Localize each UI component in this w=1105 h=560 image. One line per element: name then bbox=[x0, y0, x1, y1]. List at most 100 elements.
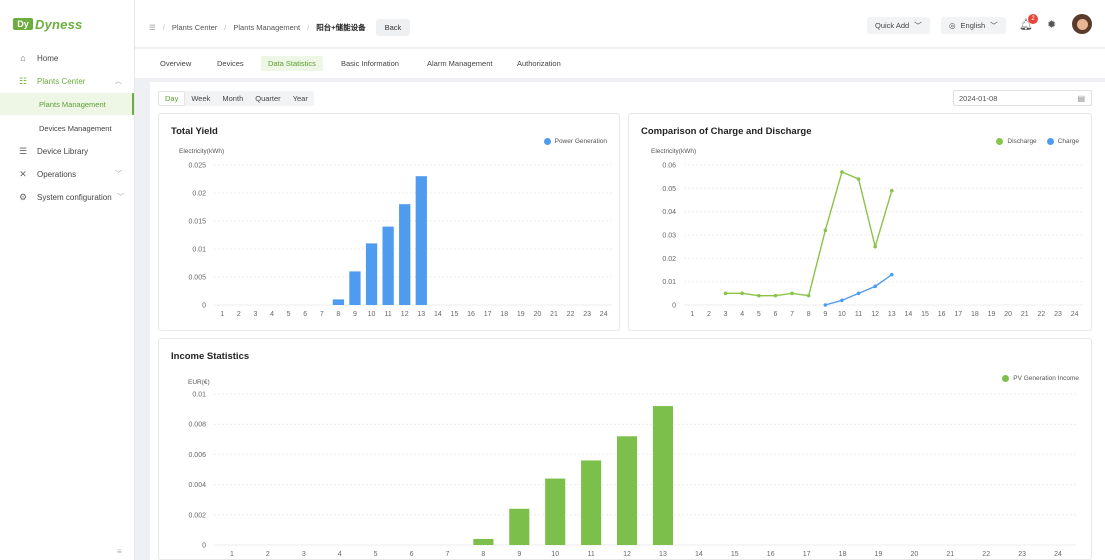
y-tick-label: 0.06 bbox=[662, 163, 676, 170]
series-line bbox=[725, 171, 893, 297]
x-tick-label: 24 bbox=[600, 311, 608, 318]
tab-overview[interactable]: Overview bbox=[153, 56, 198, 71]
x-tick-label: 15 bbox=[451, 311, 459, 318]
x-tick-label: 11 bbox=[855, 311, 862, 318]
x-tick-label: 12 bbox=[401, 311, 409, 318]
tab-data-statistics[interactable]: Data Statistics bbox=[261, 56, 323, 71]
x-tick-label: 6 bbox=[773, 311, 777, 318]
x-tick-label: 13 bbox=[659, 551, 667, 558]
database-icon: ☰ bbox=[18, 145, 28, 156]
x-tick-label: 16 bbox=[767, 551, 775, 558]
y-tick-label: 0.008 bbox=[188, 422, 206, 429]
back-button[interactable]: Back bbox=[375, 19, 411, 36]
data-point bbox=[890, 272, 894, 277]
sidebar-item-plants-center[interactable]: ☷ Plants Center ︿ bbox=[0, 70, 134, 92]
x-tick-label: 7 bbox=[320, 311, 324, 318]
income-statistics-chart: 00.0020.0040.0060.0080.011 2 3 4 5 6 7 8 9 10 11 12… bbox=[188, 392, 1076, 558]
y-tick-label: 0 bbox=[202, 543, 206, 550]
x-tick-label: 10 bbox=[368, 311, 376, 318]
income-statistics-card: Income Statistics PV Generation Income E… bbox=[158, 338, 1092, 560]
x-tick-label: 7 bbox=[790, 311, 794, 318]
collapse-sidebar-icon[interactable]: ≡ bbox=[117, 547, 122, 556]
quick-add-dropdown[interactable]: Quick Add ﹀ bbox=[867, 17, 930, 34]
x-tick-label: 3 bbox=[302, 551, 306, 558]
x-tick-label: 23 bbox=[1018, 551, 1026, 558]
period-year[interactable]: Year bbox=[287, 91, 314, 106]
tab-devices[interactable]: Devices bbox=[210, 56, 251, 71]
x-tick-label: 9 bbox=[517, 551, 521, 558]
tab-authorization[interactable]: Authorization bbox=[510, 56, 568, 71]
x-tick-label: 24 bbox=[1054, 551, 1062, 558]
x-tick-label: 8 bbox=[807, 311, 811, 318]
sidebar-item-operations[interactable]: ✕ Operations ﹀ bbox=[0, 163, 134, 185]
x-tick-label: 4 bbox=[740, 311, 744, 318]
sidebar-subitem-plants-management[interactable]: Plants Management bbox=[0, 93, 134, 115]
data-point bbox=[890, 188, 894, 193]
breadcrumb-item[interactable]: Plants Management bbox=[233, 23, 300, 32]
x-tick-label: 22 bbox=[1038, 311, 1046, 318]
sidebar-subitem-label: Devices Management bbox=[39, 123, 112, 133]
period-week[interactable]: Week bbox=[185, 91, 216, 106]
x-tick-label: 3 bbox=[724, 311, 728, 318]
data-point bbox=[757, 293, 761, 298]
x-tick-label: 14 bbox=[434, 311, 442, 318]
breadcrumb-current: 阳台+储能设备 bbox=[316, 23, 366, 32]
calendar-icon: ▤ bbox=[1077, 93, 1085, 103]
sidebar-item-label: Home bbox=[37, 53, 59, 63]
series-line bbox=[825, 274, 893, 306]
data-point bbox=[856, 291, 861, 296]
period-day[interactable]: Day bbox=[158, 91, 186, 106]
x-tick-label: 23 bbox=[1054, 311, 1062, 318]
quick-add-label: Quick Add bbox=[875, 21, 910, 30]
data-point bbox=[840, 298, 844, 303]
x-tick-label: 18 bbox=[500, 311, 508, 318]
breadcrumb-item[interactable]: Plants Center bbox=[172, 23, 217, 32]
x-tick-label: 1 bbox=[220, 311, 224, 318]
total-yield-card: Total Yield Power Generation Electricity… bbox=[158, 113, 620, 331]
sidebar-item-label: Operations bbox=[37, 169, 77, 179]
settings-icon: ⚙ bbox=[18, 191, 28, 202]
x-tick-label: 21 bbox=[550, 311, 558, 318]
period-month[interactable]: Month bbox=[216, 91, 249, 106]
x-tick-label: 5 bbox=[287, 311, 291, 318]
period-quarter[interactable]: Quarter bbox=[249, 91, 286, 106]
x-tick-label: 9 bbox=[823, 311, 827, 318]
language-dropdown[interactable]: ◎ English ﹀ bbox=[941, 17, 1006, 34]
date-picker[interactable]: 2024-01-08 ▤ bbox=[953, 90, 1092, 106]
x-tick-label: 2 bbox=[237, 311, 241, 318]
y-tick-label: 0.006 bbox=[188, 452, 206, 459]
x-tick-label: 13 bbox=[888, 311, 896, 318]
data-point bbox=[840, 170, 844, 174]
y-tick-label: 0.05 bbox=[662, 186, 676, 193]
x-tick-label: 2 bbox=[266, 551, 270, 558]
data-point bbox=[723, 291, 728, 296]
sidebar-item-home[interactable]: ⌂ Home bbox=[0, 47, 134, 69]
data-point bbox=[873, 284, 877, 289]
sidebar-item-device-library[interactable]: ☰ Device Library bbox=[0, 140, 134, 162]
chevron-down-icon: ﹀ bbox=[914, 21, 922, 30]
y-tick-label: 0.01 bbox=[662, 279, 676, 286]
dyness-logo[interactable]: Dy Dyness bbox=[13, 15, 82, 33]
sidebar: Dy Dyness ⌂ Home ☷ Plants Center ︿ Plant… bbox=[0, 0, 135, 560]
x-tick-label: 19 bbox=[988, 311, 996, 318]
x-tick-label: 23 bbox=[583, 311, 591, 318]
x-tick-label: 12 bbox=[871, 311, 879, 318]
chevron-up-icon: ︿ bbox=[115, 78, 122, 85]
x-tick-label: 8 bbox=[481, 551, 485, 558]
plants-icon: ☷ bbox=[18, 75, 28, 86]
sidebar-item-system-configuration[interactable]: ⚙ System configuration ﹀ bbox=[0, 186, 134, 208]
y-tick-label: 0.002 bbox=[188, 512, 206, 519]
theme-toggle-icon[interactable]: ✹ bbox=[1047, 18, 1056, 31]
x-tick-label: 22 bbox=[567, 311, 575, 318]
avatar[interactable] bbox=[1072, 14, 1092, 34]
tab-alarm-management[interactable]: Alarm Management bbox=[420, 56, 499, 71]
x-tick-label: 17 bbox=[484, 311, 492, 318]
sidebar-subitem-devices-management[interactable]: Devices Management bbox=[0, 117, 134, 139]
data-point bbox=[873, 244, 877, 249]
x-tick-label: 16 bbox=[467, 311, 475, 318]
tab-basic-information[interactable]: Basic Information bbox=[334, 56, 406, 71]
y-tick-label: 0.015 bbox=[188, 219, 206, 226]
menu-toggle-icon[interactable]: ☰ bbox=[149, 23, 156, 32]
y-tick-label: 0.025 bbox=[188, 163, 206, 170]
chevron-down-icon: ﹀ bbox=[990, 21, 998, 30]
